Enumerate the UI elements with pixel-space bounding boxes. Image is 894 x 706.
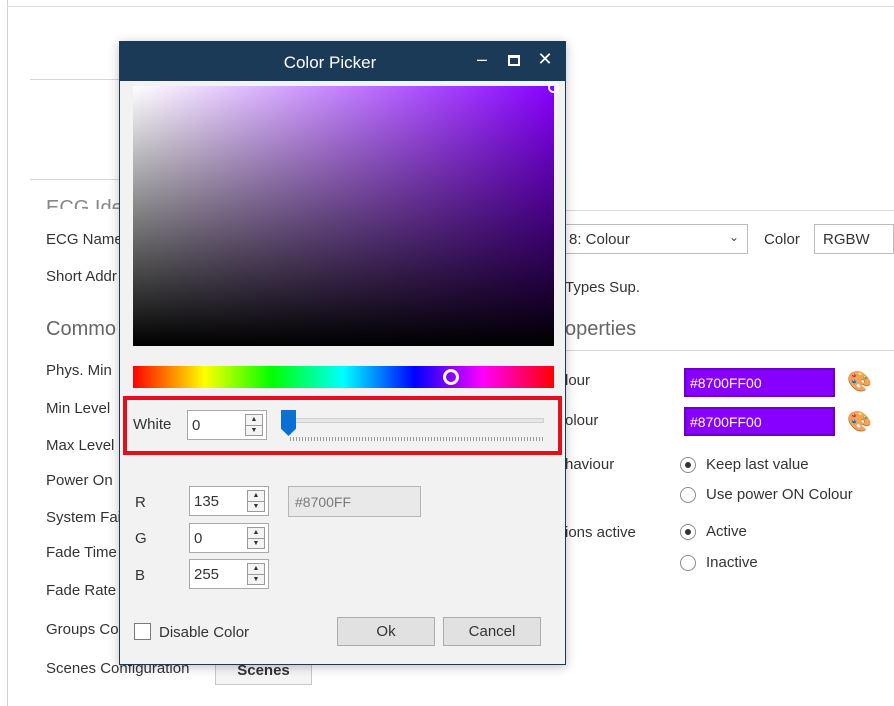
- hue-slider[interactable]: [133, 366, 554, 388]
- short-address-label: Short Addr: [46, 268, 117, 285]
- spin-up-icon[interactable]: ▲: [248, 564, 264, 574]
- r-input[interactable]: 135 ▲ ▼: [189, 486, 269, 516]
- spin-down-icon[interactable]: ▼: [248, 574, 264, 584]
- properties-heading: operties: [565, 318, 637, 340]
- spin-up-icon[interactable]: ▲: [246, 415, 262, 425]
- behaviour-label: haviour: [565, 456, 615, 473]
- spin-down-icon[interactable]: ▼: [248, 501, 264, 511]
- chevron-down-icon: ⌄: [728, 230, 739, 244]
- color-picker-dialog: Color Picker – ✕ White 0 ▲ ▼ R 135 ▲ ▼ #…: [119, 41, 566, 665]
- white-spinner[interactable]: ▲ ▼: [245, 414, 263, 436]
- g-spinner[interactable]: ▲ ▼: [247, 527, 265, 549]
- disable-color-label: Disable Color: [159, 624, 250, 641]
- ok-button[interactable]: Ok: [337, 617, 435, 646]
- white-input[interactable]: 0 ▲ ▼: [187, 410, 267, 440]
- b-input[interactable]: 255 ▲ ▼: [189, 559, 269, 589]
- colour-2-swatch[interactable]: #8700FF00: [684, 407, 835, 436]
- cancel-button[interactable]: Cancel: [443, 617, 541, 646]
- white-slider-ticks: [290, 437, 544, 441]
- b-spinner[interactable]: ▲ ▼: [247, 563, 265, 585]
- colour-1-swatch[interactable]: #8700FF00: [684, 368, 835, 397]
- white-value: 0: [192, 417, 201, 434]
- spin-down-icon[interactable]: ▼: [246, 425, 262, 435]
- max-level-label: Max Level: [46, 437, 115, 454]
- power-on-label: Power On: [46, 472, 113, 489]
- palette-icon[interactable]: 🎨: [847, 409, 872, 434]
- color-type-field[interactable]: RGBW: [814, 224, 894, 254]
- b-label: B: [135, 567, 146, 584]
- types-supported-label: Types Sup.: [565, 279, 641, 296]
- g-label: G: [135, 530, 147, 547]
- device-type-select[interactable]: 8: Colour ⌄: [556, 224, 748, 254]
- groups-config-label: Groups Co: [46, 621, 119, 638]
- actions-active-label: ions active: [565, 524, 636, 541]
- use-power-on-colour-label: Use power ON Colour: [706, 486, 853, 503]
- active-radio[interactable]: [680, 524, 696, 540]
- divider: [30, 79, 126, 80]
- spin-up-icon[interactable]: ▲: [248, 491, 264, 501]
- g-input[interactable]: 0 ▲ ▼: [189, 523, 269, 553]
- fade-rate-label: Fade Rate: [46, 582, 117, 599]
- device-type-value: 8: Colour: [569, 231, 630, 248]
- b-value: 255: [194, 566, 220, 583]
- fade-time-label: Fade Time: [46, 544, 117, 561]
- r-value: 135: [194, 493, 220, 510]
- minimize-icon[interactable]: –: [469, 45, 495, 73]
- r-label: R: [135, 494, 146, 511]
- spin-up-icon[interactable]: ▲: [248, 528, 264, 538]
- phys-min-label: Phys. Min: [46, 362, 112, 379]
- divider: [565, 210, 894, 211]
- spin-down-icon[interactable]: ▼: [248, 538, 264, 548]
- system-failure-label: System Fai: [46, 509, 122, 526]
- ecg-name-label: ECG Name: [46, 231, 123, 248]
- hex-value-field: #8700FF: [288, 486, 421, 517]
- disable-color-checkbox[interactable]: [134, 623, 151, 640]
- color-label: Color: [764, 231, 800, 248]
- colour-1-label: lour: [565, 372, 591, 389]
- divider: [30, 179, 126, 180]
- dialog-titlebar[interactable]: Color Picker – ✕: [120, 42, 565, 81]
- saturation-value-area[interactable]: [133, 86, 554, 346]
- maximize-icon[interactable]: [501, 45, 527, 73]
- palette-icon[interactable]: 🎨: [847, 369, 872, 394]
- divider: [565, 350, 894, 351]
- inactive-label: Inactive: [706, 554, 758, 571]
- white-label: White: [133, 416, 172, 433]
- min-level-label: Min Level: [46, 400, 111, 417]
- active-label: Active: [706, 523, 747, 540]
- keep-last-value-radio[interactable]: [680, 457, 696, 473]
- window-frame-left: [7, 0, 8, 706]
- hue-slider-handle[interactable]: [443, 369, 459, 385]
- common-heading: Commo: [46, 318, 117, 340]
- colour-2-label: olour: [565, 412, 599, 429]
- g-value: 0: [194, 530, 203, 547]
- use-power-on-colour-radio[interactable]: [680, 487, 696, 503]
- window-frame-top: [7, 6, 894, 7]
- close-icon[interactable]: ✕: [532, 45, 558, 73]
- keep-last-value-label: Keep last value: [706, 456, 809, 473]
- inactive-radio[interactable]: [680, 555, 696, 571]
- r-spinner[interactable]: ▲ ▼: [247, 490, 265, 512]
- white-slider-track[interactable]: [290, 418, 544, 423]
- saturation-value-handle[interactable]: [548, 82, 559, 93]
